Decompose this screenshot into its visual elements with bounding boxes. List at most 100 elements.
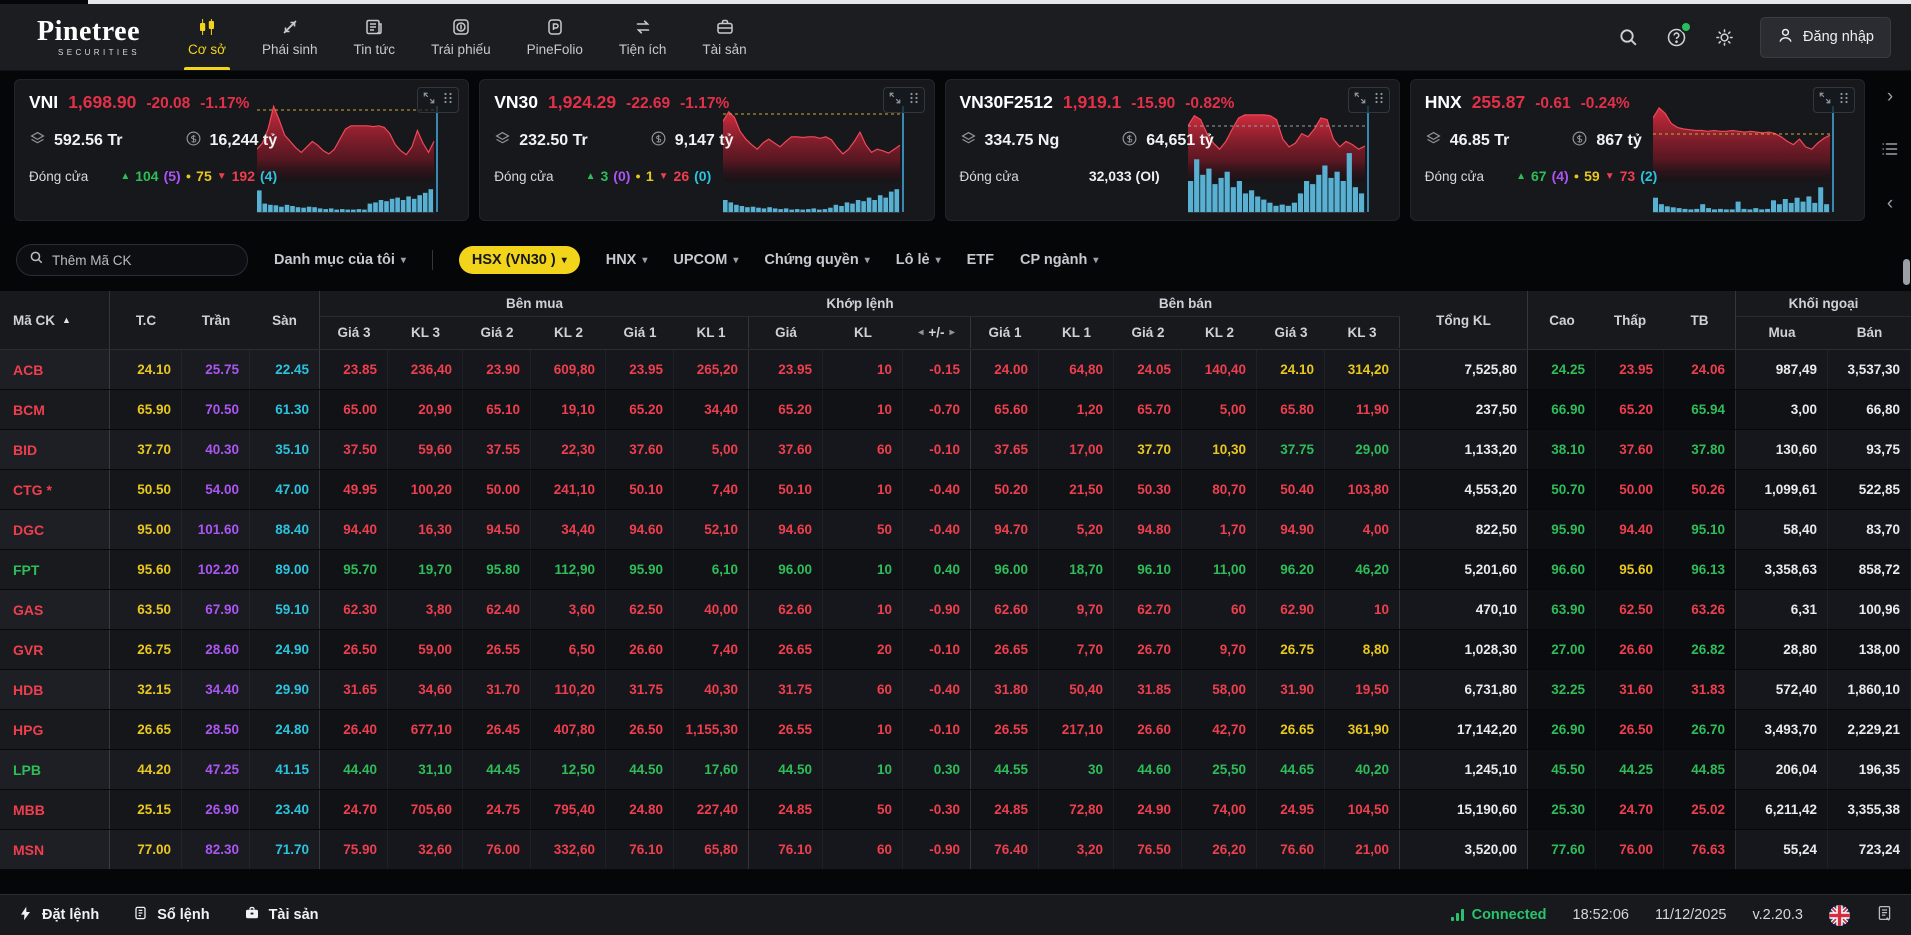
bid-price-1-cell[interactable]: 31.75 — [606, 670, 674, 709]
tab-trai-phieu[interactable]: Trái phiếu — [417, 4, 505, 70]
assets-button[interactable]: Tài sản — [244, 905, 319, 925]
match-price-cell[interactable]: 44.50 — [749, 750, 823, 789]
ask-price-1-cell[interactable]: 37.65 — [971, 430, 1039, 469]
ticker-cell[interactable]: FPT — [0, 550, 110, 589]
bid-price-3-cell[interactable]: 31.65 — [320, 670, 388, 709]
drag-handle-icon[interactable] — [1374, 91, 1384, 109]
index-card-vn30f2512[interactable]: VN30F25121,919.1-15.90-0.82%334.75 Ng64,… — [945, 79, 1400, 221]
ask-price-3-cell[interactable]: 24.95 — [1257, 790, 1325, 829]
bid-price-3-cell[interactable]: 37.50 — [320, 430, 388, 469]
ticker-cell[interactable]: ACB — [0, 350, 110, 389]
ask-price-3-cell[interactable]: 37.75 — [1257, 430, 1325, 469]
ask-price-3-cell[interactable]: 94.90 — [1257, 510, 1325, 549]
ask-price-2-cell[interactable]: 24.90 — [1114, 790, 1182, 829]
ask-price-3-cell[interactable]: 96.20 — [1257, 550, 1325, 589]
ask-price-2-cell[interactable]: 26.60 — [1114, 710, 1182, 749]
bid-price-2-cell[interactable]: 76.00 — [463, 830, 531, 869]
match-price-cell[interactable]: 37.60 — [749, 430, 823, 469]
bid-price-2-cell[interactable]: 44.45 — [463, 750, 531, 789]
bid-price-1-cell[interactable]: 26.60 — [606, 630, 674, 669]
drag-handle-icon[interactable] — [909, 91, 919, 109]
bid-price-3-cell[interactable]: 26.40 — [320, 710, 388, 749]
ticker-cell[interactable]: GAS — [0, 590, 110, 629]
ticker-cell[interactable]: BCM — [0, 390, 110, 429]
index-card-vni[interactable]: VNI1,698.90-20.08-1.17%592.56 Tr16,244 t… — [14, 79, 469, 221]
ask-price-2-cell[interactable]: 65.70 — [1114, 390, 1182, 429]
chevron-left-icon[interactable]: ‹ — [1887, 194, 1893, 213]
bid-price-3-cell[interactable]: 95.70 — [320, 550, 388, 589]
ask-price-3-cell[interactable]: 50.40 — [1257, 470, 1325, 509]
ask-price-2-cell[interactable]: 44.60 — [1114, 750, 1182, 789]
depth-prev-icon[interactable]: ◂ — [918, 327, 923, 338]
market-filter-danh-m-c-c-a-t-i[interactable]: Danh mục của tôi▾ — [274, 252, 406, 268]
bid-price-3-cell[interactable]: 24.70 — [320, 790, 388, 829]
market-filter-hnx[interactable]: HNX▾ — [606, 252, 648, 268]
ticker-cell[interactable]: BID — [0, 430, 110, 469]
ask-price-3-cell[interactable]: 31.90 — [1257, 670, 1325, 709]
bid-price-3-cell[interactable]: 94.40 — [320, 510, 388, 549]
market-filter-etf[interactable]: ETF — [967, 252, 994, 268]
market-filter-l-l[interactable]: Lô lẻ▾ — [896, 252, 941, 268]
ask-price-1-cell[interactable]: 76.40 — [971, 830, 1039, 869]
bid-price-2-cell[interactable]: 31.70 — [463, 670, 531, 709]
bid-price-2-cell[interactable]: 26.55 — [463, 630, 531, 669]
search-icon[interactable] — [1616, 25, 1640, 49]
bid-price-3-cell[interactable]: 26.50 — [320, 630, 388, 669]
display-settings-icon[interactable] — [1712, 25, 1736, 49]
ticker-cell[interactable]: HPG — [0, 710, 110, 749]
ask-price-2-cell[interactable]: 62.70 — [1114, 590, 1182, 629]
ask-price-3-cell[interactable]: 24.10 — [1257, 350, 1325, 389]
bid-price-1-cell[interactable]: 76.10 — [606, 830, 674, 869]
ask-price-1-cell[interactable]: 65.60 — [971, 390, 1039, 429]
ticker-cell[interactable]: LPB — [0, 750, 110, 789]
bid-price-1-cell[interactable]: 23.95 — [606, 350, 674, 389]
expand-icon[interactable] — [423, 91, 435, 109]
help-icon[interactable] — [1664, 25, 1688, 49]
bid-price-2-cell[interactable]: 37.55 — [463, 430, 531, 469]
match-price-cell[interactable]: 62.60 — [749, 590, 823, 629]
ask-price-3-cell[interactable]: 65.80 — [1257, 390, 1325, 429]
index-card-vn30[interactable]: VN301,924.29-22.69-1.17%232.50 Tr9,147 t… — [479, 79, 934, 221]
bid-price-1-cell[interactable]: 65.20 — [606, 390, 674, 429]
match-price-cell[interactable]: 26.65 — [749, 630, 823, 669]
ask-price-1-cell[interactable]: 31.80 — [971, 670, 1039, 709]
depth-next-icon[interactable]: ▸ — [950, 327, 955, 338]
ask-price-2-cell[interactable]: 24.05 — [1114, 350, 1182, 389]
expand-icon[interactable] — [1819, 91, 1831, 109]
bid-price-2-cell[interactable]: 94.50 — [463, 510, 531, 549]
column-header-symbol[interactable]: Mã CK▲ — [0, 291, 110, 349]
ticker-cell[interactable]: DGC — [0, 510, 110, 549]
bid-price-1-cell[interactable]: 26.50 — [606, 710, 674, 749]
ticker-cell[interactable]: CTG * — [0, 470, 110, 509]
ticker-cell[interactable]: MBB — [0, 790, 110, 829]
tab-co-so[interactable]: Cơ sở — [174, 4, 240, 70]
ask-price-3-cell[interactable]: 26.65 — [1257, 710, 1325, 749]
symbol-search-box[interactable] — [16, 244, 248, 276]
market-filter-cp-ng-nh[interactable]: CP ngành▾ — [1020, 252, 1098, 268]
ticker-cell[interactable]: GVR — [0, 630, 110, 669]
bid-price-3-cell[interactable]: 62.30 — [320, 590, 388, 629]
bid-price-1-cell[interactable]: 37.60 — [606, 430, 674, 469]
ask-price-1-cell[interactable]: 26.55 — [971, 710, 1039, 749]
bid-price-3-cell[interactable]: 75.90 — [320, 830, 388, 869]
market-filter-hsx-vn30[interactable]: HSX (VN30 )▾ — [459, 246, 580, 274]
bid-price-3-cell[interactable]: 65.00 — [320, 390, 388, 429]
place-order-button[interactable]: Đặt lệnh — [18, 905, 99, 926]
bid-price-1-cell[interactable]: 24.80 — [606, 790, 674, 829]
bid-price-3-cell[interactable]: 23.85 — [320, 350, 388, 389]
match-price-cell[interactable]: 23.95 — [749, 350, 823, 389]
bid-price-2-cell[interactable]: 65.10 — [463, 390, 531, 429]
order-book-button[interactable]: Sổ lệnh — [133, 905, 209, 925]
match-price-cell[interactable]: 96.00 — [749, 550, 823, 589]
ask-price-1-cell[interactable]: 24.00 — [971, 350, 1039, 389]
bid-price-2-cell[interactable]: 26.45 — [463, 710, 531, 749]
ask-price-1-cell[interactable]: 44.55 — [971, 750, 1039, 789]
bid-price-1-cell[interactable]: 94.60 — [606, 510, 674, 549]
ask-price-2-cell[interactable]: 96.10 — [1114, 550, 1182, 589]
ask-price-3-cell[interactable]: 76.60 — [1257, 830, 1325, 869]
page-scrollbar-thumb[interactable] — [1903, 259, 1910, 285]
ask-price-1-cell[interactable]: 96.00 — [971, 550, 1039, 589]
ask-price-2-cell[interactable]: 26.70 — [1114, 630, 1182, 669]
chevron-right-icon[interactable]: › — [1887, 87, 1893, 106]
match-price-cell[interactable]: 24.85 — [749, 790, 823, 829]
